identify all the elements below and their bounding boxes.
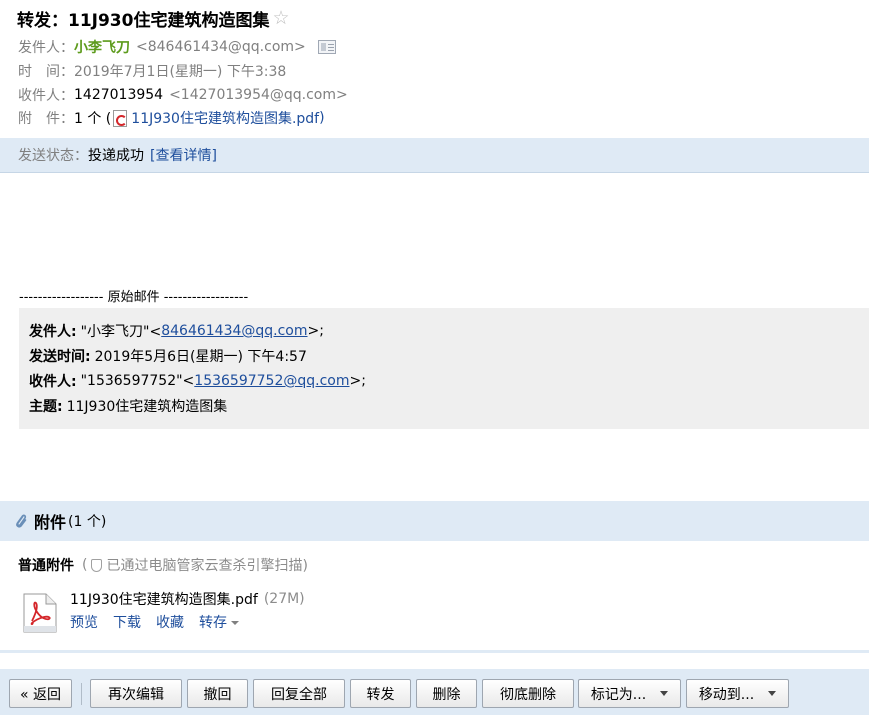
quote-to-label: 收件人: <box>29 374 77 390</box>
reply-all-button[interactable]: 回复全部 <box>253 679 345 708</box>
quote-from-end: >; <box>307 323 324 339</box>
quote-to-email-link[interactable]: 1536597752@qq.com <box>194 373 349 389</box>
attach-row: 附 件： 1 个 ( 11J930住宅建筑构造图集.pdf ) <box>18 108 325 128</box>
reedit-button[interactable]: 再次编辑 <box>90 679 182 708</box>
scan-open-paren: ( <box>82 557 88 573</box>
delete-button[interactable]: 删除 <box>416 679 477 708</box>
recipient-address: <1427013954@qq.com> <box>169 87 348 103</box>
to-label: 收件人： <box>18 88 74 104</box>
quote-to-name: "1536597752"< <box>80 373 195 389</box>
attach-file-link[interactable]: 11J930住宅建筑构造图集.pdf <box>131 108 319 128</box>
virus-scan-note: 已通过电脑管家云查杀引擎扫描) <box>106 558 308 574</box>
move-to-dropdown[interactable]: 移动到... <box>686 679 789 708</box>
pdf-file-icon <box>113 109 128 127</box>
quote-to-row: 收件人: "1536597752"< 1536597752@qq.com >; <box>29 370 366 392</box>
bottom-toolbar: « 返回 再次编辑 撤回 回复全部 转发 删除 彻底删除 标记为... 移动到.… <box>0 669 869 715</box>
pdf-file-icon[interactable] <box>22 593 58 633</box>
time-value: 2019年7月1日(星期一) 下午3:38 <box>74 64 287 80</box>
preview-link[interactable]: 预览 <box>70 612 98 632</box>
recipient-name[interactable]: 1427013954 <box>74 87 163 103</box>
status-value: 投递成功 <box>88 148 144 164</box>
quote-subject-label: 主题: <box>29 399 63 415</box>
star-icon[interactable]: ☆ <box>272 7 289 29</box>
quote-from-name: "小李飞刀"< <box>80 324 162 340</box>
chevron-down-icon <box>660 691 669 696</box>
attachment-actions: 预览 下载 收藏 转存 <box>70 612 254 632</box>
mark-as-label: 标记为... <box>590 686 647 703</box>
quote-from-email-link[interactable]: 846461434@qq.com <box>161 323 307 339</box>
subject-text: 转发：11J930住宅建筑构造图集 <box>17 10 270 31</box>
quote-sent-label: 发送时间: <box>29 349 91 365</box>
back-button[interactable]: « 返回 <box>9 679 72 708</box>
quote-from-row: 发件人: "小李飞刀"< 846461434@qq.com >; <box>29 320 324 342</box>
attachment-file-name[interactable]: 11J930住宅建筑构造图集.pdf <box>70 589 258 609</box>
toolbar-divider <box>81 683 82 705</box>
download-link[interactable]: 下载 <box>113 612 141 632</box>
from-row: 发件人： 小李飞刀 <846461434@qq.com> <box>18 37 336 57</box>
paperclip-icon <box>16 514 27 528</box>
delete-permanently-button[interactable]: 彻底删除 <box>482 679 574 708</box>
attach-label: 附 件： <box>18 111 74 127</box>
forward-button[interactable]: 转发 <box>350 679 411 708</box>
quote-sent-value: 2019年5月6日(星期一) 下午4:57 <box>94 349 307 365</box>
attachment-file-row: 11J930住宅建筑构造图集.pdf (27M) <box>70 589 305 609</box>
attachments-body: 普通附件 ( 已通过电脑管家云查杀引擎扫描) 11J930住宅建筑构造图集.pd… <box>0 541 869 653</box>
attachment-file-size: (27M) <box>263 591 305 607</box>
attachments-title: 附件 <box>34 513 67 532</box>
quote-subject-value: 11J930住宅建筑构造图集 <box>66 399 228 415</box>
attachments-count: (1 个) <box>68 514 107 530</box>
attachments-header: 附件 (1 个) <box>0 501 869 541</box>
send-status-bar: 发送状态： 投递成功 [查看详情] <box>0 138 869 173</box>
shield-icon <box>91 558 103 572</box>
recall-button[interactable]: 撤回 <box>187 679 248 708</box>
chevron-down-icon <box>768 691 777 696</box>
status-label: 发送状态： <box>18 148 88 164</box>
attachment-kind-row: 普通附件 ( 已通过电脑管家云查杀引擎扫描) <box>18 555 308 575</box>
to-row: 收件人： 1427013954 <1427013954@qq.com> <box>18 85 348 105</box>
quote-subject-row: 主题: 11J930住宅建筑构造图集 <box>29 395 227 417</box>
from-label: 发件人： <box>18 40 74 56</box>
sender-name[interactable]: 小李飞刀 <box>74 37 130 57</box>
quote-to-end: >; <box>349 373 366 389</box>
view-details-link[interactable]: [查看详情] <box>150 145 217 165</box>
attach-close-paren: ) <box>319 110 325 126</box>
mail-header: 转发：11J930住宅建筑构造图集 ☆ 发件人： 小李飞刀 <846461434… <box>0 0 869 138</box>
attach-count: 1 个 ( <box>74 111 112 127</box>
mark-as-dropdown[interactable]: 标记为... <box>578 679 681 708</box>
move-to-label: 移动到... <box>698 686 755 703</box>
original-mail-separator: ------------------ 原始邮件 ----------------… <box>19 290 249 305</box>
chevron-down-icon <box>231 621 239 625</box>
contact-card-icon[interactable] <box>317 40 336 54</box>
favorite-link[interactable]: 收藏 <box>156 612 184 632</box>
original-mail-quote: 发件人: "小李飞刀"< 846461434@qq.com >; 发送时间: 2… <box>19 308 869 429</box>
mail-subject: 转发：11J930住宅建筑构造图集 ☆ <box>17 6 290 31</box>
quote-sent-row: 发送时间: 2019年5月6日(星期一) 下午4:57 <box>29 345 307 367</box>
time-label: 时 间： <box>18 64 74 80</box>
quote-from-label: 发件人: <box>29 324 77 340</box>
sender-address: <846461434@qq.com> <box>136 39 306 55</box>
save-to-dropdown[interactable]: 转存 <box>199 612 239 632</box>
save-to-label: 转存 <box>199 615 227 631</box>
time-row: 时 间： 2019年7月1日(星期一) 下午3:38 <box>18 61 286 81</box>
normal-attachment-label: 普通附件 <box>18 558 74 574</box>
